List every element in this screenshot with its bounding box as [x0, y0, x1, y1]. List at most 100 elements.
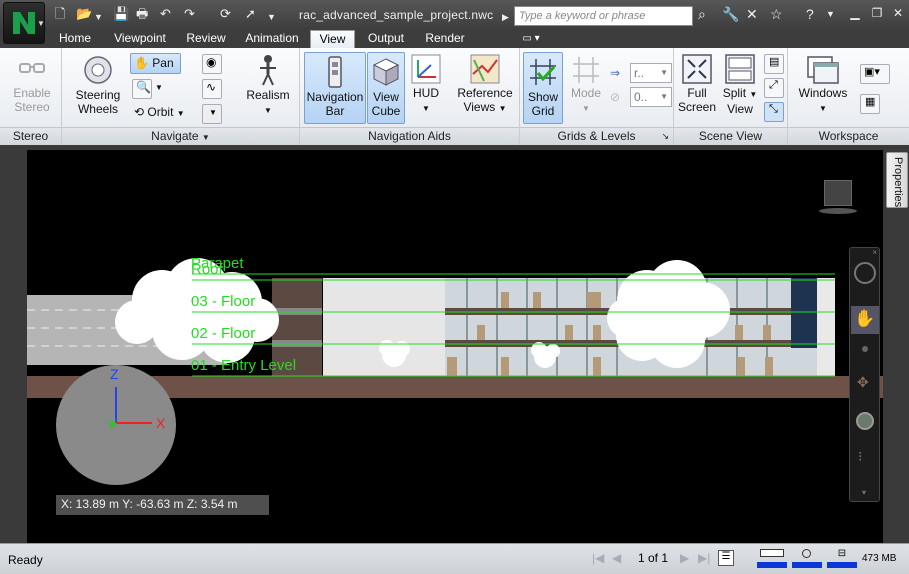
stair-glazing [791, 278, 817, 348]
level-label-03-floor: 03 - Floor [191, 293, 256, 310]
navbar-zoom-icon[interactable] [862, 346, 868, 352]
navbar-customize-icon[interactable]: ▾ [862, 488, 866, 497]
grid-mode-icon [573, 57, 599, 83]
pan-button[interactable]: ✋ Pan [130, 53, 181, 74]
panel-title-scene-view: Scene View [674, 127, 787, 145]
orbit-label: Orbit [147, 105, 174, 119]
view-cube-button[interactable]: View Cube [367, 52, 405, 124]
steering-wheels-button[interactable]: Steering Wheels [70, 54, 126, 116]
navbar-look-icon[interactable] [856, 412, 874, 430]
level-label-01-entry: 01 - Entry Level [191, 357, 297, 374]
scene-small-button-3[interactable]: ⤡ [764, 102, 784, 122]
realism-button[interactable]: Realism ▼ [242, 54, 294, 118]
tab-view[interactable]: View [310, 30, 355, 49]
print-icon[interactable]: 🖶 [136, 6, 148, 22]
panel-title-navigation-aids: Navigation Aids [300, 127, 519, 145]
grid-level-select[interactable]: 0.. ▼ [630, 87, 672, 107]
view-cube-face[interactable] [824, 180, 852, 206]
save-workspace-icon: ▦ [865, 96, 876, 108]
reference-views-button[interactable]: Reference Views ▼ [452, 54, 518, 116]
grid-mode-dropdown-icon: ▼ [582, 104, 590, 113]
view-cube-compass-ring[interactable] [819, 208, 857, 214]
last-page-icon[interactable]: ▶| [698, 551, 710, 565]
tab-output[interactable]: Output [361, 30, 411, 48]
favorites-star-icon[interactable]: ☆ [770, 6, 783, 23]
zoom-dropdown-icon[interactable]: ▼ [155, 79, 163, 99]
ribbon: Enable Stereo Stereo Steering Wheels ✋ P… [0, 48, 909, 145]
navbar-close-icon[interactable]: × [872, 248, 877, 257]
look-around-button[interactable]: ◉ [202, 54, 222, 74]
properties-side-tab[interactable]: Properties [886, 152, 908, 208]
tab-render[interactable]: Render [418, 30, 472, 48]
navigate-panel-dropdown-icon[interactable]: ▼ [202, 133, 210, 142]
tab-animation[interactable]: Animation [238, 30, 306, 48]
select-cursor-icon[interactable]: ➚ [245, 6, 256, 22]
reference-views-label-2: Views [463, 100, 496, 114]
windows-label: Windows [798, 86, 848, 100]
axis-y-label: Y [107, 416, 117, 432]
save-workspace-button[interactable]: ▦ [860, 94, 880, 114]
help-dropdown-icon[interactable]: ▼ [826, 9, 835, 19]
grid-mode-button[interactable]: Mode ▼ [568, 54, 604, 116]
binoculars-icon[interactable]: ⌕ [698, 6, 706, 23]
open-dropdown-icon[interactable]: ▼ [94, 9, 103, 25]
split-view-button[interactable]: Split ▼ View [720, 54, 760, 116]
enable-stereo-button[interactable]: Enable Stereo [6, 54, 58, 114]
qat-customize-icon[interactable]: ▼ [267, 9, 276, 25]
close-window-button[interactable]: ✕ [889, 6, 907, 22]
restore-button[interactable]: ❐ [868, 6, 886, 22]
search-expand-icon[interactable]: ▶ [502, 9, 509, 25]
scene-viewport[interactable]: Parapet Roof 03 - Floor 02 - Floor 01 - … [27, 150, 883, 543]
show-grid-button[interactable]: Show Grid [523, 52, 563, 124]
previous-page-icon[interactable]: ◀ [612, 551, 621, 565]
navigate-extra-button[interactable]: ▼ [202, 104, 222, 124]
minimize-button[interactable]: ▁ [846, 6, 864, 22]
hud-button[interactable]: HUD ▼ [408, 54, 444, 116]
navigation-bar-button[interactable]: Navigation Bar [304, 52, 366, 124]
save-icon[interactable]: 💾 [113, 6, 129, 22]
zoom-button[interactable]: 🔍 [132, 79, 152, 99]
status-bar: Ready |◀ ◀ 1 of 1 ▶ ▶| ☰ ⊟ 473 MB [0, 543, 909, 574]
windows-button[interactable]: Windows ▼ [794, 54, 852, 116]
tab-viewpoint[interactable]: Viewpoint [104, 30, 176, 48]
windows-dropdown-icon: ▼ [819, 104, 827, 113]
load-workspace-button[interactable]: ▣▾ [860, 64, 890, 84]
level-label-roof: Roof [191, 261, 223, 278]
navbar-steering-wheel-icon[interactable] [854, 262, 876, 284]
walk-button[interactable]: ∿ [202, 79, 222, 99]
search-input[interactable]: Type a keyword or phrase [514, 6, 693, 26]
building-end-wall [817, 278, 835, 376]
navbar-orbit-icon[interactable]: ✥ [857, 374, 869, 391]
undo-icon[interactable]: ↶ [160, 6, 171, 22]
navbar-pan-icon[interactable]: ✋ [851, 306, 879, 334]
subscription-key-icon[interactable]: 🔧 [722, 6, 739, 23]
steering-label-1: Steering [75, 88, 121, 102]
orbit-button[interactable]: ⟲ Orbit ▼ [134, 103, 194, 123]
view-cube[interactable] [819, 178, 857, 216]
ribbon-minimize-toggle[interactable]: ▭ ▾ [516, 30, 546, 48]
application-menu-button[interactable]: ▼ [3, 2, 45, 44]
reference-views-label-1: Reference [457, 86, 513, 100]
tab-review[interactable]: Review [180, 30, 232, 48]
new-file-icon[interactable]: 🗋 [55, 6, 65, 22]
tab-home[interactable]: Home [51, 30, 99, 48]
help-icon[interactable]: ? [806, 6, 814, 22]
hud-label: HUD [413, 86, 439, 100]
redo-icon[interactable]: ↷ [184, 6, 195, 22]
grid-model-select[interactable]: r.. ▼ [630, 63, 672, 83]
sheet-browser-icon[interactable]: ☰ [718, 550, 734, 566]
full-screen-button[interactable]: Full Screen [676, 54, 718, 114]
scene-small-button-1[interactable]: ▤ [764, 54, 784, 74]
next-page-icon[interactable]: ▶ [680, 551, 689, 565]
split-view-icon [725, 54, 755, 84]
open-file-icon[interactable]: 📂 [76, 6, 92, 22]
reference-views-dropdown-icon: ▼ [498, 104, 507, 113]
communication-center-icon[interactable]: ✕ [746, 6, 758, 23]
navbar-walk-icon[interactable]: ⁝ [858, 448, 862, 465]
refresh-icon[interactable]: ⟳ [220, 6, 231, 22]
grids-levels-launcher-icon[interactable]: ↘ [661, 128, 669, 144]
scene-small-button-2[interactable]: ⤢ [764, 78, 784, 98]
panel-title-navigate: Navigate ▼ [62, 127, 299, 145]
first-page-icon[interactable]: |◀ [592, 551, 604, 565]
panel-stereo: Enable Stereo Stereo [0, 48, 62, 145]
